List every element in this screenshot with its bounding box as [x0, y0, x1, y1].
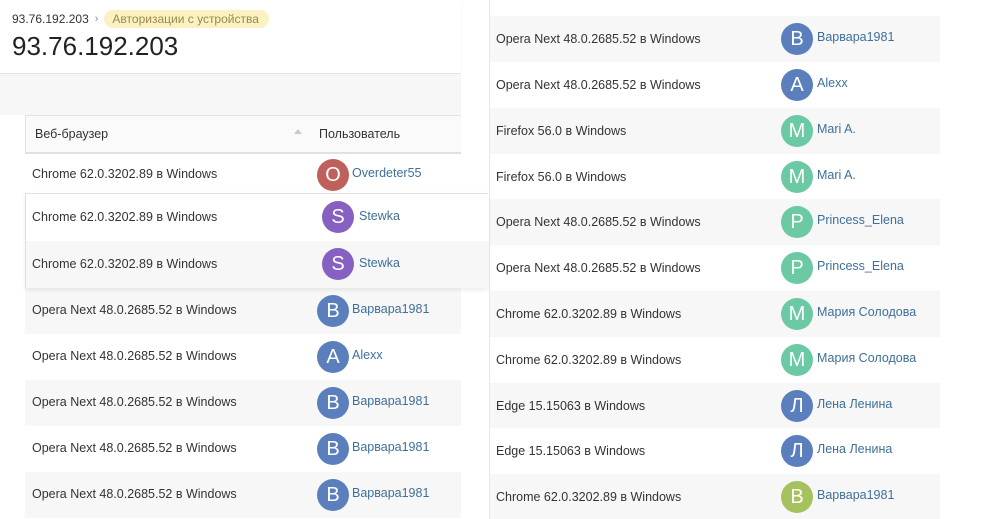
table-row[interactable]: Opera Next 48.0.2685.52 в Windows P Prin…: [490, 199, 940, 245]
table-row[interactable]: Opera Next 48.0.2685.52 в Windows B Варв…: [25, 380, 461, 426]
browser-name: Opera Next 48.0.2685.52 в Windows: [32, 487, 237, 501]
table-row[interactable]: Chrome 62.0.3202.89 в Windows S Stewka: [26, 241, 489, 288]
user-avatar: B: [317, 295, 349, 327]
table-row[interactable]: Opera Next 48.0.2685.52 в Windows B Варв…: [25, 288, 461, 334]
user-link[interactable]: Варвара1981: [352, 394, 429, 408]
user-avatar: S: [322, 248, 354, 280]
user-avatar: Л: [781, 390, 813, 422]
browser-name: Opera Next 48.0.2685.52 в Windows: [32, 395, 237, 409]
column-header-user[interactable]: Пользователь: [319, 127, 400, 141]
user-link[interactable]: Princess_Elena: [817, 259, 904, 273]
user-link[interactable]: Лена Ленина: [817, 442, 892, 456]
user-link[interactable]: Лена Ленина: [817, 397, 892, 411]
user-link[interactable]: Мария Солодова: [817, 351, 916, 365]
table-row[interactable]: Edge 15.15063 в Windows Л Лена Ленина: [490, 383, 940, 429]
user-link[interactable]: Мария Солодова: [817, 305, 916, 319]
user-link[interactable]: Alexx: [352, 348, 383, 362]
page-title: 93.76.192.203: [12, 31, 179, 61]
user-link[interactable]: Princess_Elena: [817, 213, 904, 227]
breadcrumb-ip-link[interactable]: 93.76.192.203: [12, 12, 89, 26]
page-header: 93.76.192.203 › Авторизации с устройства…: [0, 0, 461, 74]
table-row[interactable]: Opera Next 48.0.2685.52 в Windows B Варв…: [25, 426, 461, 472]
user-avatar: Л: [781, 435, 813, 467]
browser-name: Opera Next 48.0.2685.52 в Windows: [496, 78, 701, 92]
user-avatar: B: [781, 481, 813, 513]
user-avatar: M: [781, 344, 813, 376]
browser-name: Opera Next 48.0.2685.52 в Windows: [496, 261, 701, 275]
user-avatar: S: [322, 201, 354, 233]
user-avatar: P: [781, 252, 813, 284]
browser-name: Firefox 56.0 в Windows: [496, 124, 627, 138]
browser-name: Opera Next 48.0.2685.52 в Windows: [496, 32, 701, 46]
user-avatar: B: [317, 387, 349, 419]
column-divider: [489, 0, 490, 519]
dragged-rows-panel[interactable]: Chrome 62.0.3202.89 в Windows S Stewka C…: [25, 193, 489, 288]
user-link[interactable]: Overdeter55: [352, 166, 421, 180]
user-link[interactable]: Варвара1981: [352, 302, 429, 316]
chevron-right-icon: ›: [94, 13, 99, 25]
user-link[interactable]: Mari A.: [817, 122, 856, 136]
browser-name: Opera Next 48.0.2685.52 в Windows: [32, 349, 237, 363]
browser-name: Edge 15.15063 в Windows: [496, 444, 646, 458]
user-link[interactable]: Варвара1981: [817, 488, 894, 502]
table-row[interactable]: Opera Next 48.0.2685.52 в Windows P Prin…: [490, 245, 940, 291]
user-avatar: B: [317, 433, 349, 465]
user-avatar: B: [317, 479, 349, 511]
browser-name: Chrome 62.0.3202.89 в Windows: [32, 167, 218, 181]
user-avatar: A: [317, 341, 349, 373]
user-link[interactable]: Mari A.: [817, 168, 856, 182]
breadcrumb-current: Авторизации с устройства: [104, 10, 269, 28]
browser-name: Chrome 62.0.3202.89 в Windows: [496, 307, 682, 321]
table-row[interactable]: Firefox 56.0 в Windows M Mari A.: [490, 154, 940, 200]
table-row[interactable]: Chrome 62.0.3202.89 в Windows M Мария Со…: [490, 337, 940, 383]
table-row[interactable]: Chrome 62.0.3202.89 в Windows B Варвара1…: [490, 474, 940, 519]
user-link[interactable]: Stewka: [359, 256, 400, 270]
table-row[interactable]: Chrome 62.0.3202.89 в Windows O Overdete…: [25, 152, 461, 198]
user-avatar: M: [781, 298, 813, 330]
table-row[interactable]: Firefox 56.0 в Windows M Mari A.: [490, 108, 940, 154]
user-avatar: A: [781, 69, 813, 101]
browser-name: Opera Next 48.0.2685.52 в Windows: [496, 215, 701, 229]
browser-name: Opera Next 48.0.2685.52 в Windows: [32, 303, 237, 317]
user-link[interactable]: Alexx: [817, 76, 848, 90]
user-avatar: B: [781, 23, 813, 55]
user-link[interactable]: Варвара1981: [352, 486, 429, 500]
table-row[interactable]: Chrome 62.0.3202.89 в Windows M Мария Со…: [490, 291, 940, 337]
browser-name: Opera Next 48.0.2685.52 в Windows: [32, 441, 237, 455]
table-row[interactable]: Opera Next 48.0.2685.52 в Windows B Варв…: [490, 16, 940, 62]
sessions-table-header: Веб-браузер Пользователь: [25, 115, 461, 154]
browser-name: Edge 15.15063 в Windows: [496, 399, 646, 413]
table-row[interactable]: Opera Next 48.0.2685.52 в Windows B Варв…: [25, 472, 461, 518]
content-background: [0, 75, 461, 115]
user-avatar: O: [317, 159, 349, 191]
browser-name: Firefox 56.0 в Windows: [496, 170, 627, 184]
table-row[interactable]: Opera Next 48.0.2685.52 в Windows A Alex…: [490, 62, 940, 108]
column-header-browser[interactable]: Веб-браузер: [35, 127, 108, 141]
breadcrumb: 93.76.192.203 › Авторизации с устройства: [12, 10, 269, 28]
user-link[interactable]: Stewka: [359, 209, 400, 223]
browser-name: Chrome 62.0.3202.89 в Windows: [32, 210, 218, 224]
user-avatar: M: [781, 115, 813, 147]
browser-name: Chrome 62.0.3202.89 в Windows: [32, 257, 218, 271]
user-avatar: M: [781, 161, 813, 193]
table-header-row: Веб-браузер Пользователь: [26, 116, 461, 153]
browser-name: Chrome 62.0.3202.89 в Windows: [496, 353, 682, 367]
table-row[interactable]: Edge 15.15063 в Windows Л Лена Ленина: [490, 428, 940, 474]
browser-name: Chrome 62.0.3202.89 в Windows: [496, 490, 682, 504]
table-row[interactable]: Opera Next 48.0.2685.52 в Windows A Alex…: [25, 334, 461, 380]
user-link[interactable]: Варвара1981: [817, 30, 894, 44]
table-row[interactable]: Chrome 62.0.3202.89 в Windows S Stewka: [26, 194, 489, 241]
user-avatar: P: [781, 206, 813, 238]
user-link[interactable]: Варвара1981: [352, 440, 429, 454]
sort-asc-icon[interactable]: [294, 129, 302, 134]
